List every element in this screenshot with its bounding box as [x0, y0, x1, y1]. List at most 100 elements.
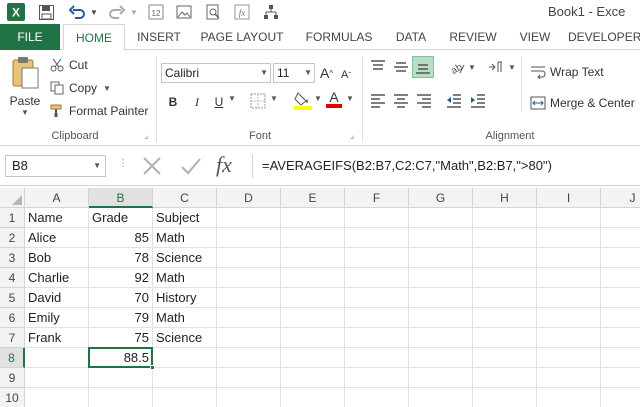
column-header-a[interactable]: A — [25, 188, 89, 208]
cell-a5[interactable]: David — [25, 288, 89, 308]
cell-j3[interactable] — [601, 248, 640, 268]
save-icon[interactable] — [36, 2, 56, 22]
cell-j4[interactable] — [601, 268, 640, 288]
column-header-d[interactable]: D — [217, 188, 281, 208]
name-box[interactable]: B8 ▼ — [5, 155, 106, 177]
cell-g8[interactable] — [409, 348, 473, 368]
cell-b4[interactable]: 92 — [89, 268, 153, 288]
align-left-icon[interactable] — [370, 94, 386, 108]
cell-h2[interactable] — [473, 228, 537, 248]
cell-f7[interactable] — [345, 328, 409, 348]
column-header-h[interactable]: H — [473, 188, 537, 208]
cell-g9[interactable] — [409, 368, 473, 388]
cell-d10[interactable] — [217, 388, 281, 407]
cell-j5[interactable] — [601, 288, 640, 308]
merge-center-button[interactable]: Merge & Center — [530, 93, 635, 113]
cell-e8[interactable] — [281, 348, 345, 368]
cell-f1[interactable] — [345, 208, 409, 228]
cell-j7[interactable] — [601, 328, 640, 348]
hierarchy-icon[interactable] — [261, 2, 281, 22]
decrease-indent-icon[interactable] — [446, 94, 462, 108]
cell-e6[interactable] — [281, 308, 345, 328]
orientation-dropdown-icon[interactable]: ▼ — [468, 63, 476, 72]
insert-function-icon[interactable]: fx — [232, 2, 252, 22]
cell-h3[interactable] — [473, 248, 537, 268]
text-direction-dropdown-icon[interactable]: ▼ — [508, 63, 516, 72]
cell-a9[interactable] — [25, 368, 89, 388]
cell-a3[interactable]: Bob — [25, 248, 89, 268]
cut-button[interactable]: Cut — [48, 55, 88, 75]
cell-f8[interactable] — [345, 348, 409, 368]
tab-page-layout[interactable]: PAGE LAYOUT — [194, 24, 290, 50]
borders-dropdown-icon[interactable]: ▼ — [270, 94, 278, 103]
column-header-j[interactable]: J — [601, 188, 640, 208]
cell-j2[interactable] — [601, 228, 640, 248]
row-header-2[interactable]: 2 — [0, 228, 25, 248]
cell-b10[interactable] — [89, 388, 153, 407]
cell-b1[interactable]: Grade — [89, 208, 153, 228]
cell-i6[interactable] — [537, 308, 601, 328]
column-header-e[interactable]: E — [281, 188, 345, 208]
cell-f6[interactable] — [345, 308, 409, 328]
cell-j6[interactable] — [601, 308, 640, 328]
cell-i10[interactable] — [537, 388, 601, 407]
font-color-dropdown-icon[interactable]: ▼ — [346, 94, 354, 103]
cell-g7[interactable] — [409, 328, 473, 348]
cell-g2[interactable] — [409, 228, 473, 248]
cell-d3[interactable] — [217, 248, 281, 268]
column-header-g[interactable]: G — [409, 188, 473, 208]
cell-e3[interactable] — [281, 248, 345, 268]
tab-developer[interactable]: DEVELOPER — [568, 24, 640, 50]
cell-c7[interactable]: Science — [153, 328, 217, 348]
cell-a4[interactable]: Charlie — [25, 268, 89, 288]
cell-h8[interactable] — [473, 348, 537, 368]
cancel-formula-icon[interactable] — [140, 154, 164, 178]
cell-f10[interactable] — [345, 388, 409, 407]
cell-f5[interactable] — [345, 288, 409, 308]
cell-b9[interactable] — [89, 368, 153, 388]
cell-i4[interactable] — [537, 268, 601, 288]
redo-icon[interactable] — [106, 2, 128, 22]
column-header-c[interactable]: C — [153, 188, 217, 208]
cell-a1[interactable]: Name — [25, 208, 89, 228]
cell-b5[interactable]: 70 — [89, 288, 153, 308]
cell-i3[interactable] — [537, 248, 601, 268]
cell-h1[interactable] — [473, 208, 537, 228]
font-dialog-launcher-icon[interactable]: ⌟ — [350, 130, 354, 141]
underline-button[interactable]: U — [212, 92, 226, 112]
cell-i7[interactable] — [537, 328, 601, 348]
cell-d4[interactable] — [217, 268, 281, 288]
cell-j9[interactable] — [601, 368, 640, 388]
cell-c4[interactable]: Math — [153, 268, 217, 288]
cell-h6[interactable] — [473, 308, 537, 328]
tab-insert[interactable]: INSERT — [131, 24, 187, 50]
sort-number-icon[interactable]: 12 — [146, 2, 166, 22]
font-color-icon[interactable]: A — [326, 90, 342, 108]
cell-c8[interactable] — [153, 348, 217, 368]
cell-d5[interactable] — [217, 288, 281, 308]
cell-b8[interactable]: 88.5 — [89, 348, 153, 368]
row-header-10[interactable]: 10 — [0, 388, 25, 407]
cell-a2[interactable]: Alice — [25, 228, 89, 248]
font-size-combo[interactable]: 11 ▼ — [273, 63, 315, 83]
fill-color-icon[interactable] — [294, 90, 312, 110]
format-painter-button[interactable]: Format Painter — [48, 101, 148, 121]
cell-b7[interactable]: 75 — [89, 328, 153, 348]
cell-i2[interactable] — [537, 228, 601, 248]
insert-function-button[interactable]: fx — [216, 152, 232, 178]
align-center-icon[interactable] — [393, 94, 409, 108]
italic-button[interactable]: I — [190, 92, 204, 112]
cell-c10[interactable] — [153, 388, 217, 407]
tab-home[interactable]: HOME — [63, 24, 125, 51]
cell-j10[interactable] — [601, 388, 640, 407]
cell-c2[interactable]: Math — [153, 228, 217, 248]
cell-e10[interactable] — [281, 388, 345, 407]
column-header-f[interactable]: F — [345, 188, 409, 208]
cell-h5[interactable] — [473, 288, 537, 308]
align-top-icon[interactable] — [370, 60, 386, 74]
cell-j8[interactable] — [601, 348, 640, 368]
cell-a8[interactable] — [25, 348, 89, 368]
cell-a6[interactable]: Emily — [25, 308, 89, 328]
column-header-b[interactable]: B — [89, 188, 153, 208]
column-header-i[interactable]: I — [537, 188, 601, 208]
